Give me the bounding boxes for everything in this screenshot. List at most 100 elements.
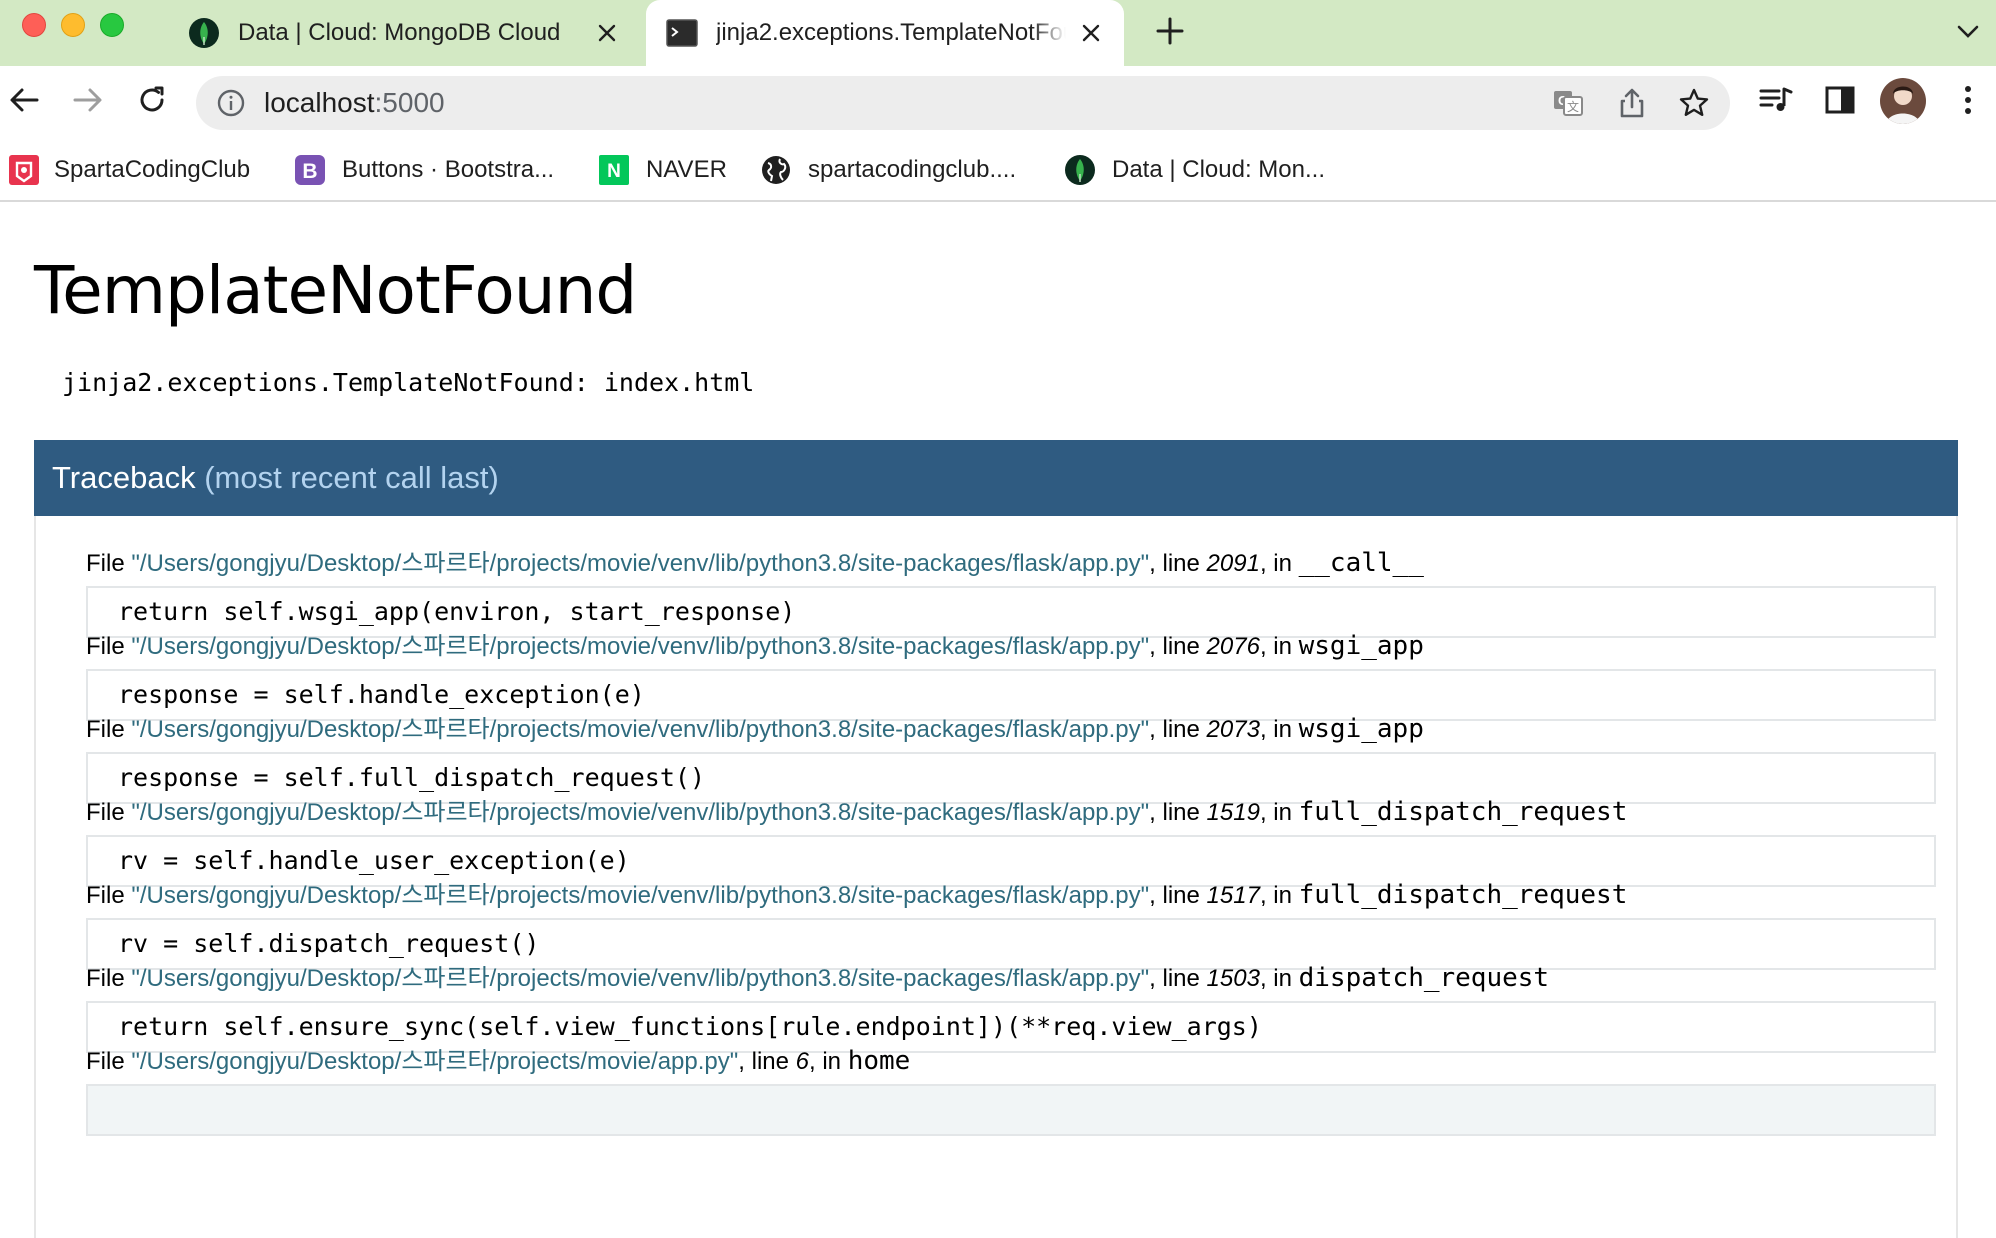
traceback-frame[interactable]: File "/Users/gongjyu/Desktop/스파르타/projec… [86,878,1936,970]
playlist-music-icon [1759,85,1793,120]
line-prefix: , line [1149,716,1207,743]
info-icon[interactable] [216,88,246,118]
tab-mongodb[interactable]: Data | Cloud: MongoDB Cloud [180,0,640,66]
traceback-frame[interactable]: File "/Users/gongjyu/Desktop/스파르타/projec… [86,961,1936,1053]
traceback-body: File "/Users/gongjyu/Desktop/스파르타/projec… [34,516,1958,1238]
frame-filename: "/Users/gongjyu/Desktop/스파르타/projects/mo… [131,550,1150,577]
window-minimize-button[interactable] [61,13,85,37]
file-prefix: File [86,882,132,909]
page-content: TemplateNotFound jinja2.exceptions.Templ… [0,204,1996,1238]
back-button[interactable] [2,80,46,124]
line-prefix: , line [1149,965,1207,992]
url-host: localhost [264,87,375,118]
frame-function: wsgi_app [1298,631,1424,661]
globe-icon [760,154,792,186]
in-prefix: , in [1259,716,1299,743]
traceback-frame[interactable]: File "/Users/gongjyu/Desktop/스파르타/projec… [86,795,1936,887]
frame-line-number: 2073 [1206,716,1260,743]
frame-function: full_dispatch_request [1298,880,1628,910]
url-port: :5000 [374,87,445,118]
close-icon[interactable] [592,18,622,48]
bookmark-mongodb[interactable]: Data | Cloud: Mon... [1064,150,1325,190]
mongodb-leaf-icon [1064,154,1096,186]
menu-button[interactable] [1946,80,1990,124]
frame-code[interactable] [86,1084,1936,1136]
in-prefix: , in [1259,633,1299,660]
error-message: jinja2.exceptions.TemplateNotFound: inde… [62,368,755,397]
bookmarks-bar: SpartaCodingClub B Buttons · Bootstra...… [0,138,1996,202]
tab-search-button[interactable] [1950,16,1986,52]
frame-line-number: 6 [795,1048,810,1075]
forward-button[interactable] [66,80,110,124]
sparta-icon [8,154,40,186]
traceback-frame[interactable]: File "/Users/gongjyu/Desktop/스파르타/projec… [86,546,1936,638]
frame-header: File "/Users/gongjyu/Desktop/스파르타/projec… [86,961,1936,995]
share-icon[interactable] [1614,85,1650,121]
frame-filename: "/Users/gongjyu/Desktop/스파르타/projects/mo… [131,882,1150,909]
in-prefix: , in [1259,799,1299,826]
tab-strip: Data | Cloud: MongoDB Cloud jinja2.excep… [0,0,1996,66]
frame-header: File "/Users/gongjyu/Desktop/스파르타/projec… [86,1044,1936,1078]
svg-text:N: N [607,161,621,182]
window-close-button[interactable] [22,13,46,37]
line-prefix: , line [1149,799,1207,826]
frame-header: File "/Users/gongjyu/Desktop/스파르타/projec… [86,878,1936,912]
traceback-frame[interactable]: File "/Users/gongjyu/Desktop/스파르타/projec… [86,629,1936,721]
frame-filename: "/Users/gongjyu/Desktop/스파르타/projects/mo… [131,799,1150,826]
avatar[interactable] [1880,78,1926,124]
frame-line-number: 2076 [1206,633,1260,660]
traceback-frame[interactable]: File "/Users/gongjyu/Desktop/스파르타/projec… [86,712,1936,804]
frame-filename: "/Users/gongjyu/Desktop/스파르타/projects/mo… [131,965,1150,992]
traceback-subtitle: (most recent call last) [204,460,499,495]
frame-line-number: 2091 [1206,550,1260,577]
frame-function: wsgi_app [1298,714,1424,744]
svg-text:B: B [302,160,317,183]
mongodb-leaf-icon [188,17,220,49]
bootstrap-icon: B [294,154,326,186]
page-title: TemplateNotFound [34,252,637,329]
terminal-icon [666,17,698,49]
file-prefix: File [86,965,132,992]
file-prefix: File [86,799,132,826]
frame-line-number: 1517 [1206,882,1260,909]
naver-icon: N [598,154,630,186]
bookmark-bootstrap-buttons[interactable]: B Buttons · Bootstra... [294,150,554,190]
frame-function: full_dispatch_request [1298,797,1628,827]
star-icon[interactable] [1676,85,1712,121]
frame-header: File "/Users/gongjyu/Desktop/스파르타/projec… [86,629,1936,663]
svg-text:文: 文 [1567,99,1579,114]
in-prefix: , in [809,1048,848,1075]
new-tab-button[interactable] [1150,13,1190,53]
in-prefix: , in [1259,882,1299,909]
tab-debugger[interactable]: jinja2.exceptions.TemplateNotFound: inde… [646,0,1124,66]
bookmark-spartacodingclub[interactable]: SpartaCodingClub [8,150,250,190]
address-bar[interactable]: localhost:5000 G文 [196,76,1730,130]
side-panel-icon [1825,86,1855,119]
traceback-frame[interactable]: File "/Users/gongjyu/Desktop/스파르타/projec… [86,1044,1936,1136]
tab-title: jinja2.exceptions.TemplateNotFound: inde… [716,19,1066,46]
reload-button[interactable] [130,80,174,124]
side-panel-button[interactable] [1818,80,1862,124]
url-text[interactable]: localhost:5000 [264,76,445,130]
bookmark-naver[interactable]: N NAVER [598,150,727,190]
arrow-left-icon [9,87,39,118]
window-maximize-button[interactable] [100,13,124,37]
plus-icon [1156,17,1184,50]
bookmark-label: spartacodingclub.... [808,156,1017,183]
bookmark-label: Buttons · Bootstra... [342,156,555,183]
media-controls-button[interactable] [1754,80,1798,124]
traceback-header: Traceback (most recent call last) [34,440,1958,516]
file-prefix: File [86,633,132,660]
frame-line-number: 1503 [1206,965,1260,992]
frame-filename: "/Users/gongjyu/Desktop/스파르타/projects/mo… [131,716,1150,743]
in-prefix: , in [1259,965,1299,992]
translate-icon[interactable]: G文 [1550,85,1586,121]
bookmark-label: SpartaCodingClub [54,156,251,183]
line-prefix: , line [738,1048,796,1075]
close-icon[interactable] [1076,18,1106,48]
bookmark-spartacodingclub-site[interactable]: spartacodingclub.... [760,150,1016,190]
file-prefix: File [86,550,132,577]
line-prefix: , line [1149,633,1207,660]
frame-function: __call__ [1298,548,1424,578]
frame-filename: "/Users/gongjyu/Desktop/스파르타/projects/mo… [131,633,1150,660]
